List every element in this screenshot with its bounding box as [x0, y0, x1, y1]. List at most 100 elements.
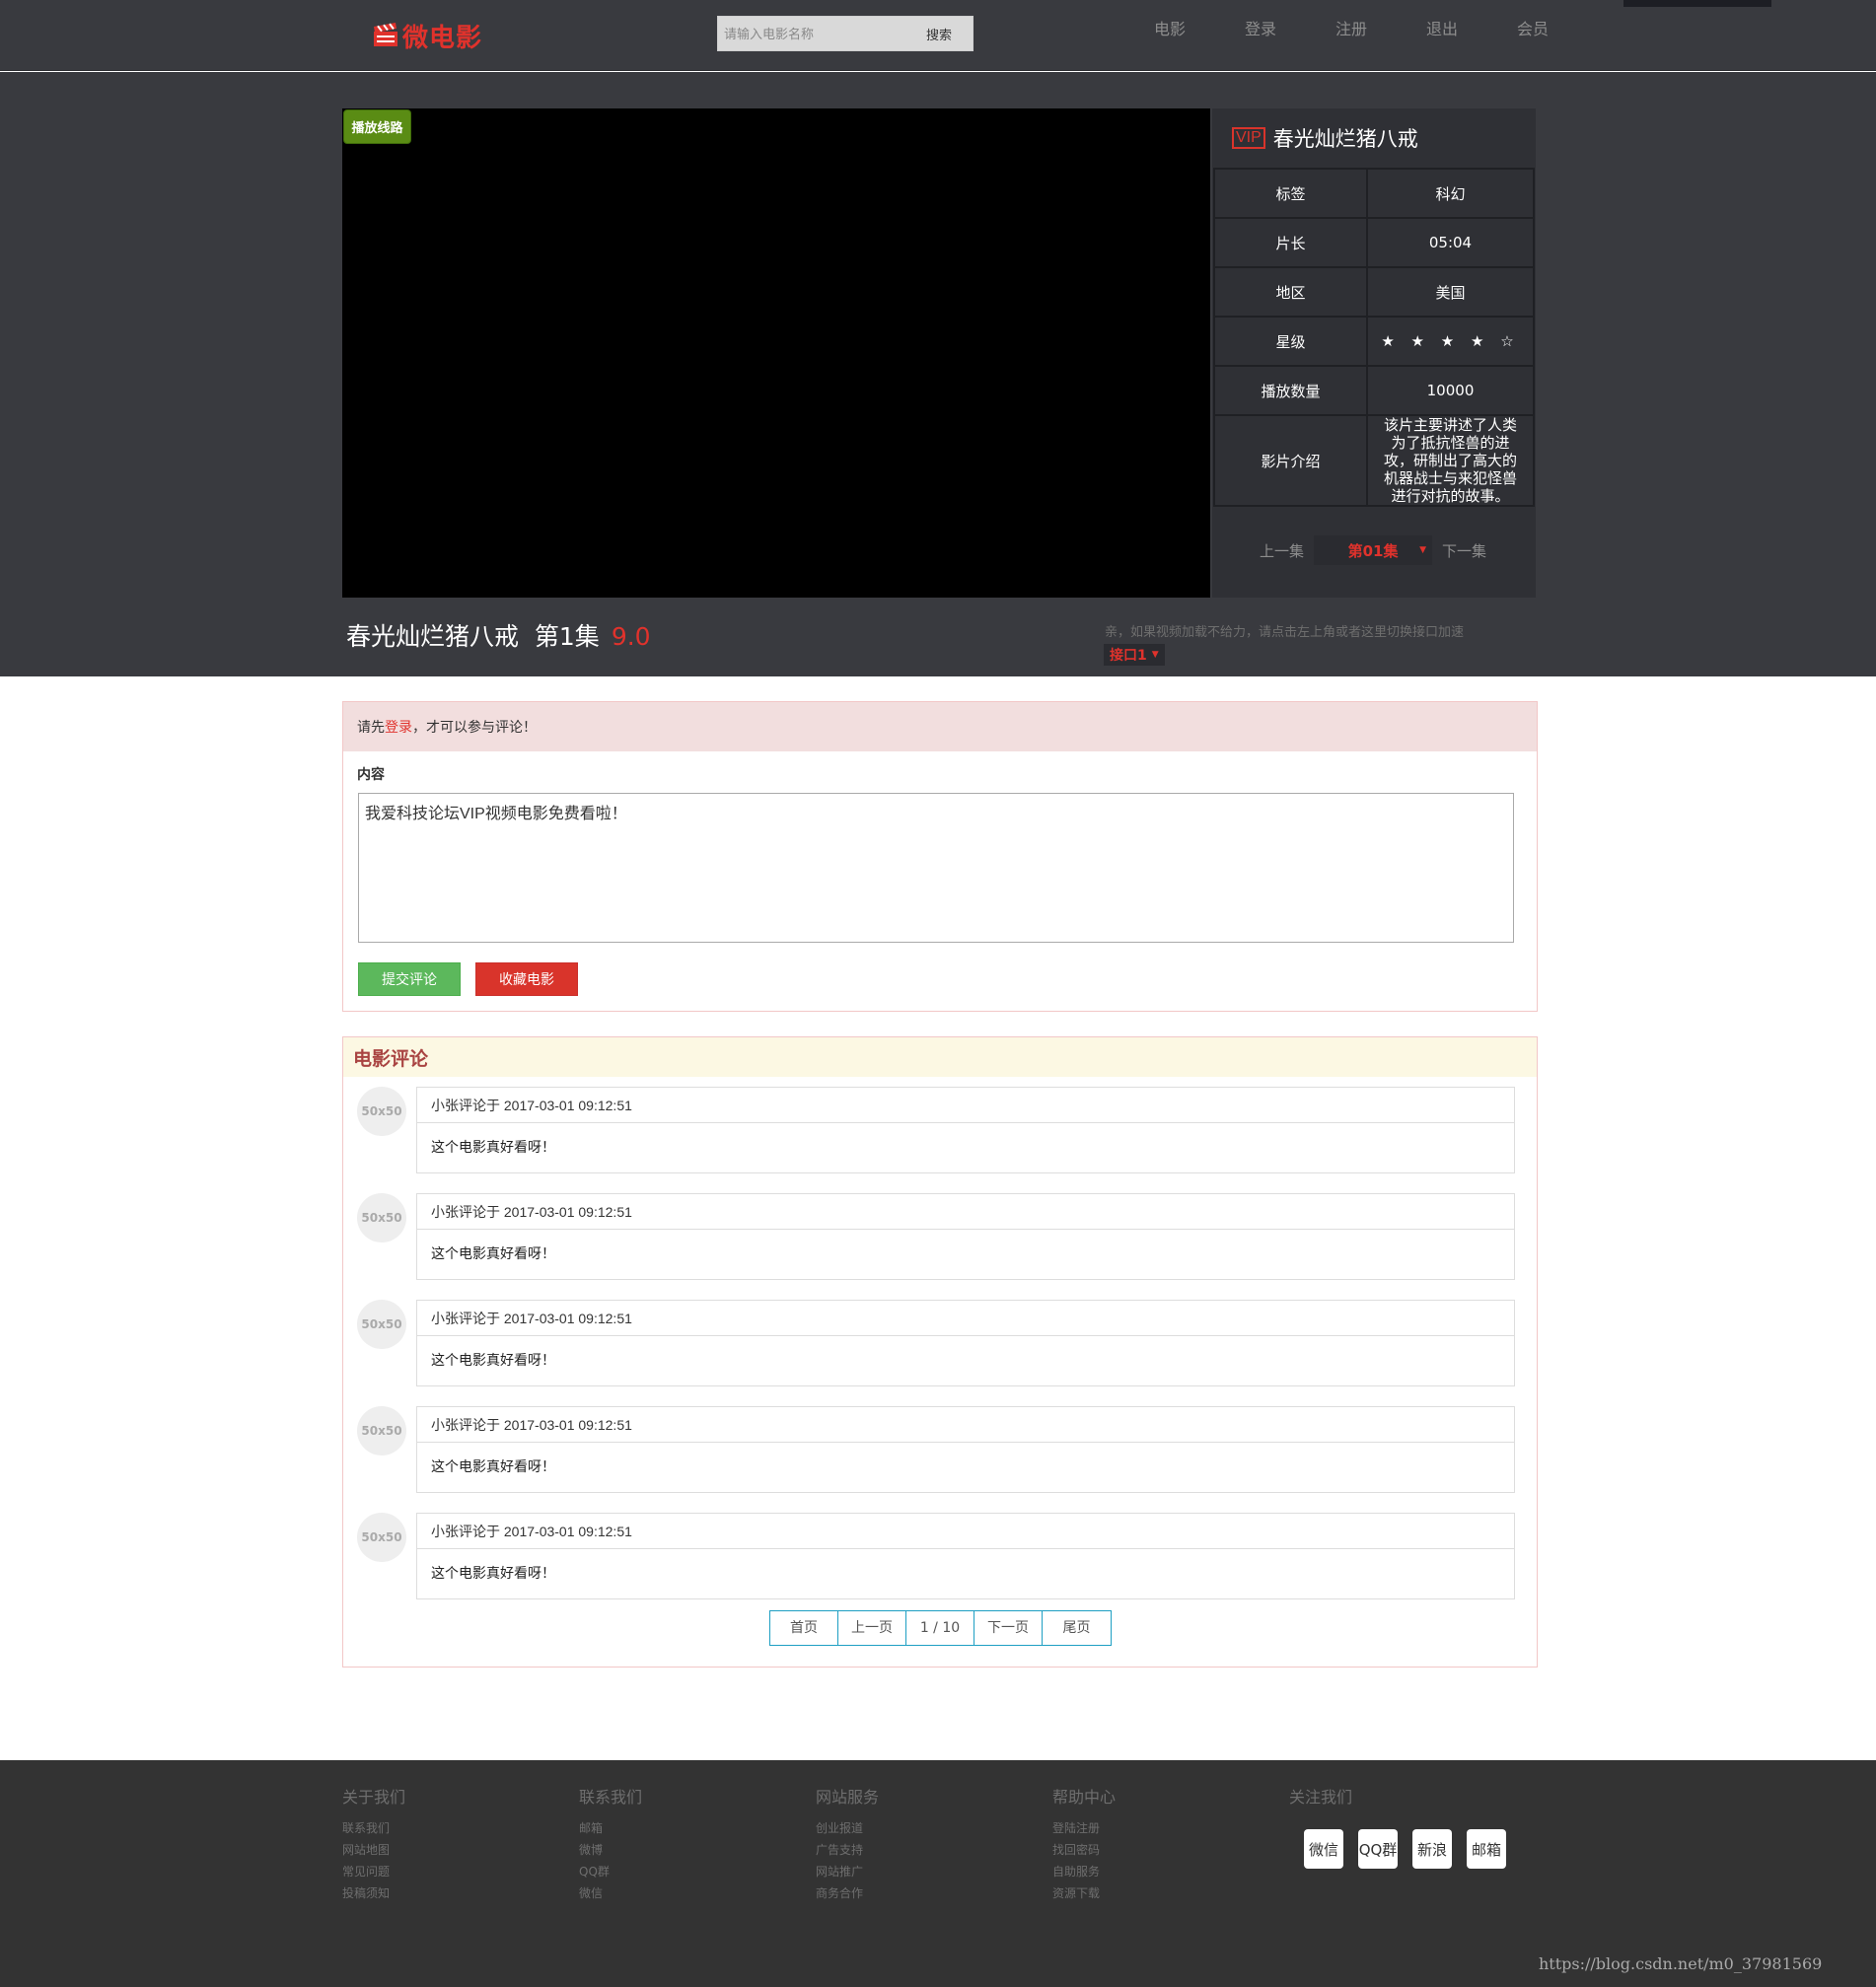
info-value: 美国: [1366, 266, 1535, 318]
search-bar: 搜索: [717, 16, 974, 51]
avatar: 50x50: [357, 1087, 406, 1136]
footer-link[interactable]: 网站推广: [816, 1861, 879, 1882]
nav-movies[interactable]: 电影: [1124, 18, 1215, 41]
info-row-plays: 播放数量 10000: [1213, 365, 1535, 416]
nav-logout[interactable]: 退出: [1397, 18, 1487, 41]
top-corner-decoration: [1623, 0, 1771, 7]
info-row-rating: 星级 ★ ★ ★ ★ ☆: [1213, 316, 1535, 367]
movie-info-header: VIP 春光灿烂猪八戒: [1212, 108, 1536, 168]
comment-text: 这个电影真好看呀！: [431, 1566, 555, 1582]
clapperboard-icon: [374, 23, 397, 46]
comment-item: 50x50 小张评论于 2017-03-01 09:12:51 这个电影真好看呀…: [357, 1087, 1527, 1173]
footer-link[interactable]: 自助服务: [1052, 1861, 1116, 1882]
pager-next[interactable]: 下一页: [974, 1611, 1043, 1645]
info-key: 标签: [1213, 168, 1368, 219]
footer-link[interactable]: 联系我们: [342, 1817, 405, 1839]
comments-panel: 电影评论 50x50 小张评论于 2017-03-01 09:12:51 这个电…: [342, 1036, 1538, 1668]
footer-link[interactable]: 常见问题: [342, 1861, 405, 1882]
comment-item: 50x50 小张评论于 2017-03-01 09:12:51 这个电影真好看呀…: [357, 1513, 1527, 1599]
top-navbar: 微电影 搜索 电影 登录 注册 退出 会员: [0, 0, 1876, 71]
comment-form-panel: 请先 登录 ，才可以参与评论！ 内容 我爱科技论坛VIP视频电影免费看啦！ 提交评论…: [342, 701, 1538, 1012]
comment-body: 小张评论于 2017-03-01 09:12:51 这个电影真好看呀！: [416, 1406, 1515, 1493]
comment-item: 50x50 小张评论于 2017-03-01 09:12:51 这个电影真好看呀…: [357, 1300, 1527, 1386]
info-key: 播放数量: [1213, 365, 1368, 416]
info-description: 该片主要讲述了人类为了抵抗怪兽的进攻，研制出了高大的机器战士与来犯怪兽进行对抗的…: [1366, 414, 1535, 507]
nav-member[interactable]: 会员: [1487, 18, 1578, 41]
comment-meta: 小张评论于 2017-03-01 09:12:51: [417, 1407, 1514, 1443]
search-input[interactable]: [718, 17, 905, 50]
next-episode-link[interactable]: 下一集: [1442, 540, 1486, 561]
info-value: 10000: [1366, 365, 1535, 416]
footer-link[interactable]: QQ群: [579, 1861, 642, 1882]
footer-link[interactable]: 广告支持: [816, 1839, 879, 1861]
pager-current: 1 / 10: [906, 1611, 974, 1645]
alert-login-link[interactable]: 登录: [385, 717, 412, 737]
footer-link[interactable]: 网站地图: [342, 1839, 405, 1861]
footer-column-services: 网站服务 创业报道 广告支持 网站推广 商务合作: [816, 1784, 879, 1904]
footer-column-follow: 关注我们: [1289, 1784, 1352, 1817]
comment-meta: 小张评论于 2017-03-01 09:12:51: [417, 1301, 1514, 1336]
footer-column-title: 帮助中心: [1052, 1788, 1117, 1807]
info-value: 科幻: [1366, 168, 1535, 219]
sina-button[interactable]: 新浪: [1412, 1829, 1452, 1869]
favorite-movie-button[interactable]: 收藏电影: [475, 962, 578, 996]
watermark: https://blog.csdn.net/m0_37981569: [1539, 1954, 1823, 1973]
footer-link[interactable]: 创业报道: [816, 1817, 879, 1839]
search-button[interactable]: 搜索: [905, 17, 973, 50]
alert-suffix: ，才可以参与评论！: [412, 719, 537, 735]
movie-info-table: 标签 科幻 片长 05:04 地区 美国 星级 ★ ★ ★ ★ ☆ 播放数量 1…: [1213, 168, 1535, 507]
comment-item: 50x50 小张评论于 2017-03-01 09:12:51 这个电影真好看呀…: [357, 1193, 1527, 1280]
footer-column-help: 帮助中心 登陆注册 找回密码 自助服务 资源下载: [1052, 1784, 1116, 1904]
pager-prev[interactable]: 上一页: [838, 1611, 906, 1645]
comment-textarea[interactable]: 我爱科技论坛VIP视频电影免费看啦！: [358, 793, 1514, 943]
footer-link[interactable]: 商务合作: [816, 1882, 879, 1904]
info-value: 05:04: [1366, 217, 1535, 268]
comment-body: 小张评论于 2017-03-01 09:12:51 这个电影真好看呀！: [416, 1300, 1515, 1386]
vip-badge: VIP: [1232, 127, 1265, 149]
logo-text: 微电影: [402, 23, 483, 53]
page-title: 春光灿烂猪八戒 第1集 9.0: [346, 617, 651, 653]
site-logo[interactable]: 微电影: [373, 18, 482, 53]
footer-link[interactable]: 微博: [579, 1839, 642, 1861]
footer-link[interactable]: 资源下载: [1052, 1882, 1116, 1904]
comment-meta: 小张评论于 2017-03-01 09:12:51: [417, 1194, 1514, 1230]
side-movie-title: 春光灿烂猪八戒: [1272, 127, 1418, 151]
comment-text: 这个电影真好看呀！: [431, 1246, 555, 1262]
content-label: 内容: [357, 766, 385, 782]
footer-link[interactable]: 邮箱: [579, 1817, 642, 1839]
nav-register[interactable]: 注册: [1306, 18, 1397, 41]
footer-column-title: 关注我们: [1289, 1788, 1353, 1807]
footer-column-title: 关于我们: [342, 1788, 406, 1807]
footer-link[interactable]: 找回密码: [1052, 1839, 1116, 1861]
switch-interface-hint: 亲，如果视频加载不给力，请点击左上角或者这里切换接口加速: [1105, 624, 1465, 639]
comment-text: 这个电影真好看呀！: [431, 1459, 555, 1475]
avatar: 50x50: [357, 1300, 406, 1349]
caret-down-icon: ▼: [1419, 545, 1427, 555]
info-row-duration: 片长 05:04: [1213, 217, 1535, 268]
footer-link[interactable]: 投稿须知: [342, 1882, 405, 1904]
footer-link[interactable]: 登陆注册: [1052, 1817, 1116, 1839]
pagination: 首页 上一页 1 / 10 下一页 尾页: [769, 1610, 1112, 1646]
video-player[interactable]: [342, 108, 1210, 598]
comment-meta: 小张评论于 2017-03-01 09:12:51: [417, 1088, 1514, 1123]
episode-selector: 上一集 第01集 ▼ 下一集: [1212, 532, 1536, 568]
prev-episode-link[interactable]: 上一集: [1260, 540, 1304, 561]
avatar: 50x50: [357, 1193, 406, 1242]
pager-last[interactable]: 尾页: [1043, 1611, 1111, 1645]
pager-first[interactable]: 首页: [770, 1611, 838, 1645]
play-route-badge[interactable]: 播放线路: [343, 109, 411, 144]
email-button[interactable]: 邮箱: [1467, 1829, 1506, 1869]
comments-heading: 电影评论: [343, 1037, 1537, 1077]
wechat-button[interactable]: 微信: [1304, 1829, 1343, 1869]
info-row-description: 影片介绍 该片主要讲述了人类为了抵抗怪兽的进攻，研制出了高大的机器战士与来犯怪兽…: [1213, 414, 1535, 507]
info-key: 地区: [1213, 266, 1368, 318]
avatar: 50x50: [357, 1406, 406, 1455]
interface-dropdown[interactable]: 接口1 ▼: [1104, 644, 1165, 666]
nav-login[interactable]: 登录: [1215, 18, 1306, 41]
footer-link[interactable]: 微信: [579, 1882, 642, 1904]
episode-dropdown[interactable]: 第01集 ▼: [1314, 535, 1433, 565]
info-key: 影片介绍: [1213, 414, 1368, 507]
interface-dropdown-value: 接口1: [1110, 648, 1147, 664]
qq-group-button[interactable]: QQ群: [1358, 1829, 1398, 1869]
submit-comment-button[interactable]: 提交评论: [358, 962, 461, 996]
